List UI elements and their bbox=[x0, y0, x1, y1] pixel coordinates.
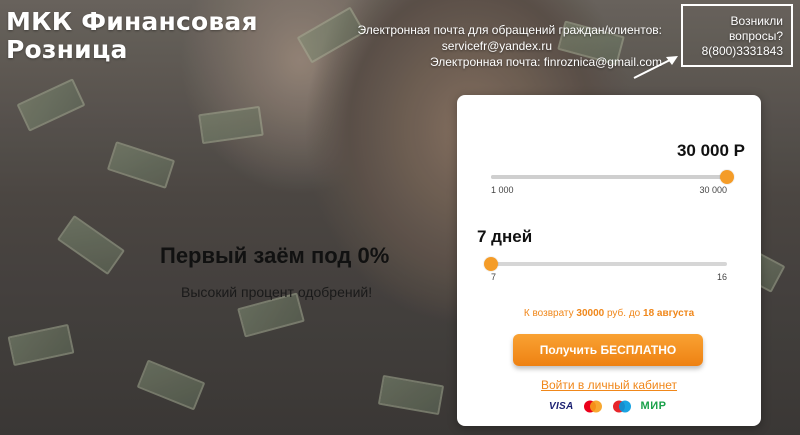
amount-slider-thumb[interactable] bbox=[720, 170, 734, 184]
term-slider-thumb[interactable] bbox=[484, 257, 498, 271]
maestro-icon bbox=[612, 400, 631, 412]
repay-currency: руб. до bbox=[606, 308, 641, 319]
questions-box: Возникли вопросы? 8(800)3331843 bbox=[681, 4, 793, 67]
amount-max-label: 30 000 bbox=[699, 185, 727, 195]
term-max-label: 16 bbox=[716, 272, 727, 282]
loan-calculator-card: 30 000 Р 1 000 30 000 7 дней 7 16 К возв… bbox=[457, 95, 761, 426]
get-loan-button[interactable]: Получить БЕСПЛАТНО bbox=[513, 334, 703, 366]
repay-sum: 30000 bbox=[576, 308, 605, 319]
contact-email-label: Электронная почта для обращений граждан/… bbox=[357, 23, 662, 37]
mir-logo: МИР bbox=[640, 400, 667, 412]
term-value: 7 дней bbox=[477, 227, 533, 246]
contact-email-clients[interactable]: servicefr@yandex.ru bbox=[332, 38, 662, 54]
contact-email-general[interactable]: Электронная почта: finroznica@gmail.com bbox=[332, 54, 662, 70]
questions-line1: Возникли bbox=[730, 14, 783, 28]
promo-subtitle: Высокий процент одобрений! bbox=[181, 284, 373, 300]
questions-line2: вопросы? bbox=[728, 29, 783, 43]
personal-cabinet-link[interactable]: Войти в личный кабинет bbox=[457, 378, 761, 392]
term-min-label: 7 bbox=[491, 272, 497, 282]
arrow-icon bbox=[633, 56, 678, 79]
repay-date: 18 августа bbox=[643, 308, 695, 319]
visa-logo: VISA bbox=[549, 400, 574, 412]
amount-slider-fill bbox=[491, 175, 727, 179]
term-slider[interactable] bbox=[484, 257, 727, 271]
promo-title: Первый заём под 0% bbox=[160, 243, 390, 268]
repay-summary: К возврату 30000 руб. до 18 августа bbox=[457, 308, 761, 319]
mastercard-icon bbox=[583, 400, 602, 412]
payment-methods: VISA МИР bbox=[549, 398, 666, 414]
amount-min-label: 1 000 bbox=[491, 185, 514, 195]
contact-block: Электронная почта для обращений граждан/… bbox=[332, 22, 662, 70]
brand-name-line1: МКК Финансовая bbox=[6, 7, 258, 36]
brand-logo[interactable]: МКК Финансовая Розница bbox=[6, 8, 286, 64]
brand-name-line2: Розница bbox=[6, 35, 128, 64]
support-phone[interactable]: 8(800)3331843 bbox=[683, 44, 783, 59]
amount-value: 30 000 Р bbox=[676, 141, 745, 160]
amount-slider[interactable] bbox=[491, 170, 734, 184]
repay-prefix: К возврату bbox=[523, 308, 574, 319]
